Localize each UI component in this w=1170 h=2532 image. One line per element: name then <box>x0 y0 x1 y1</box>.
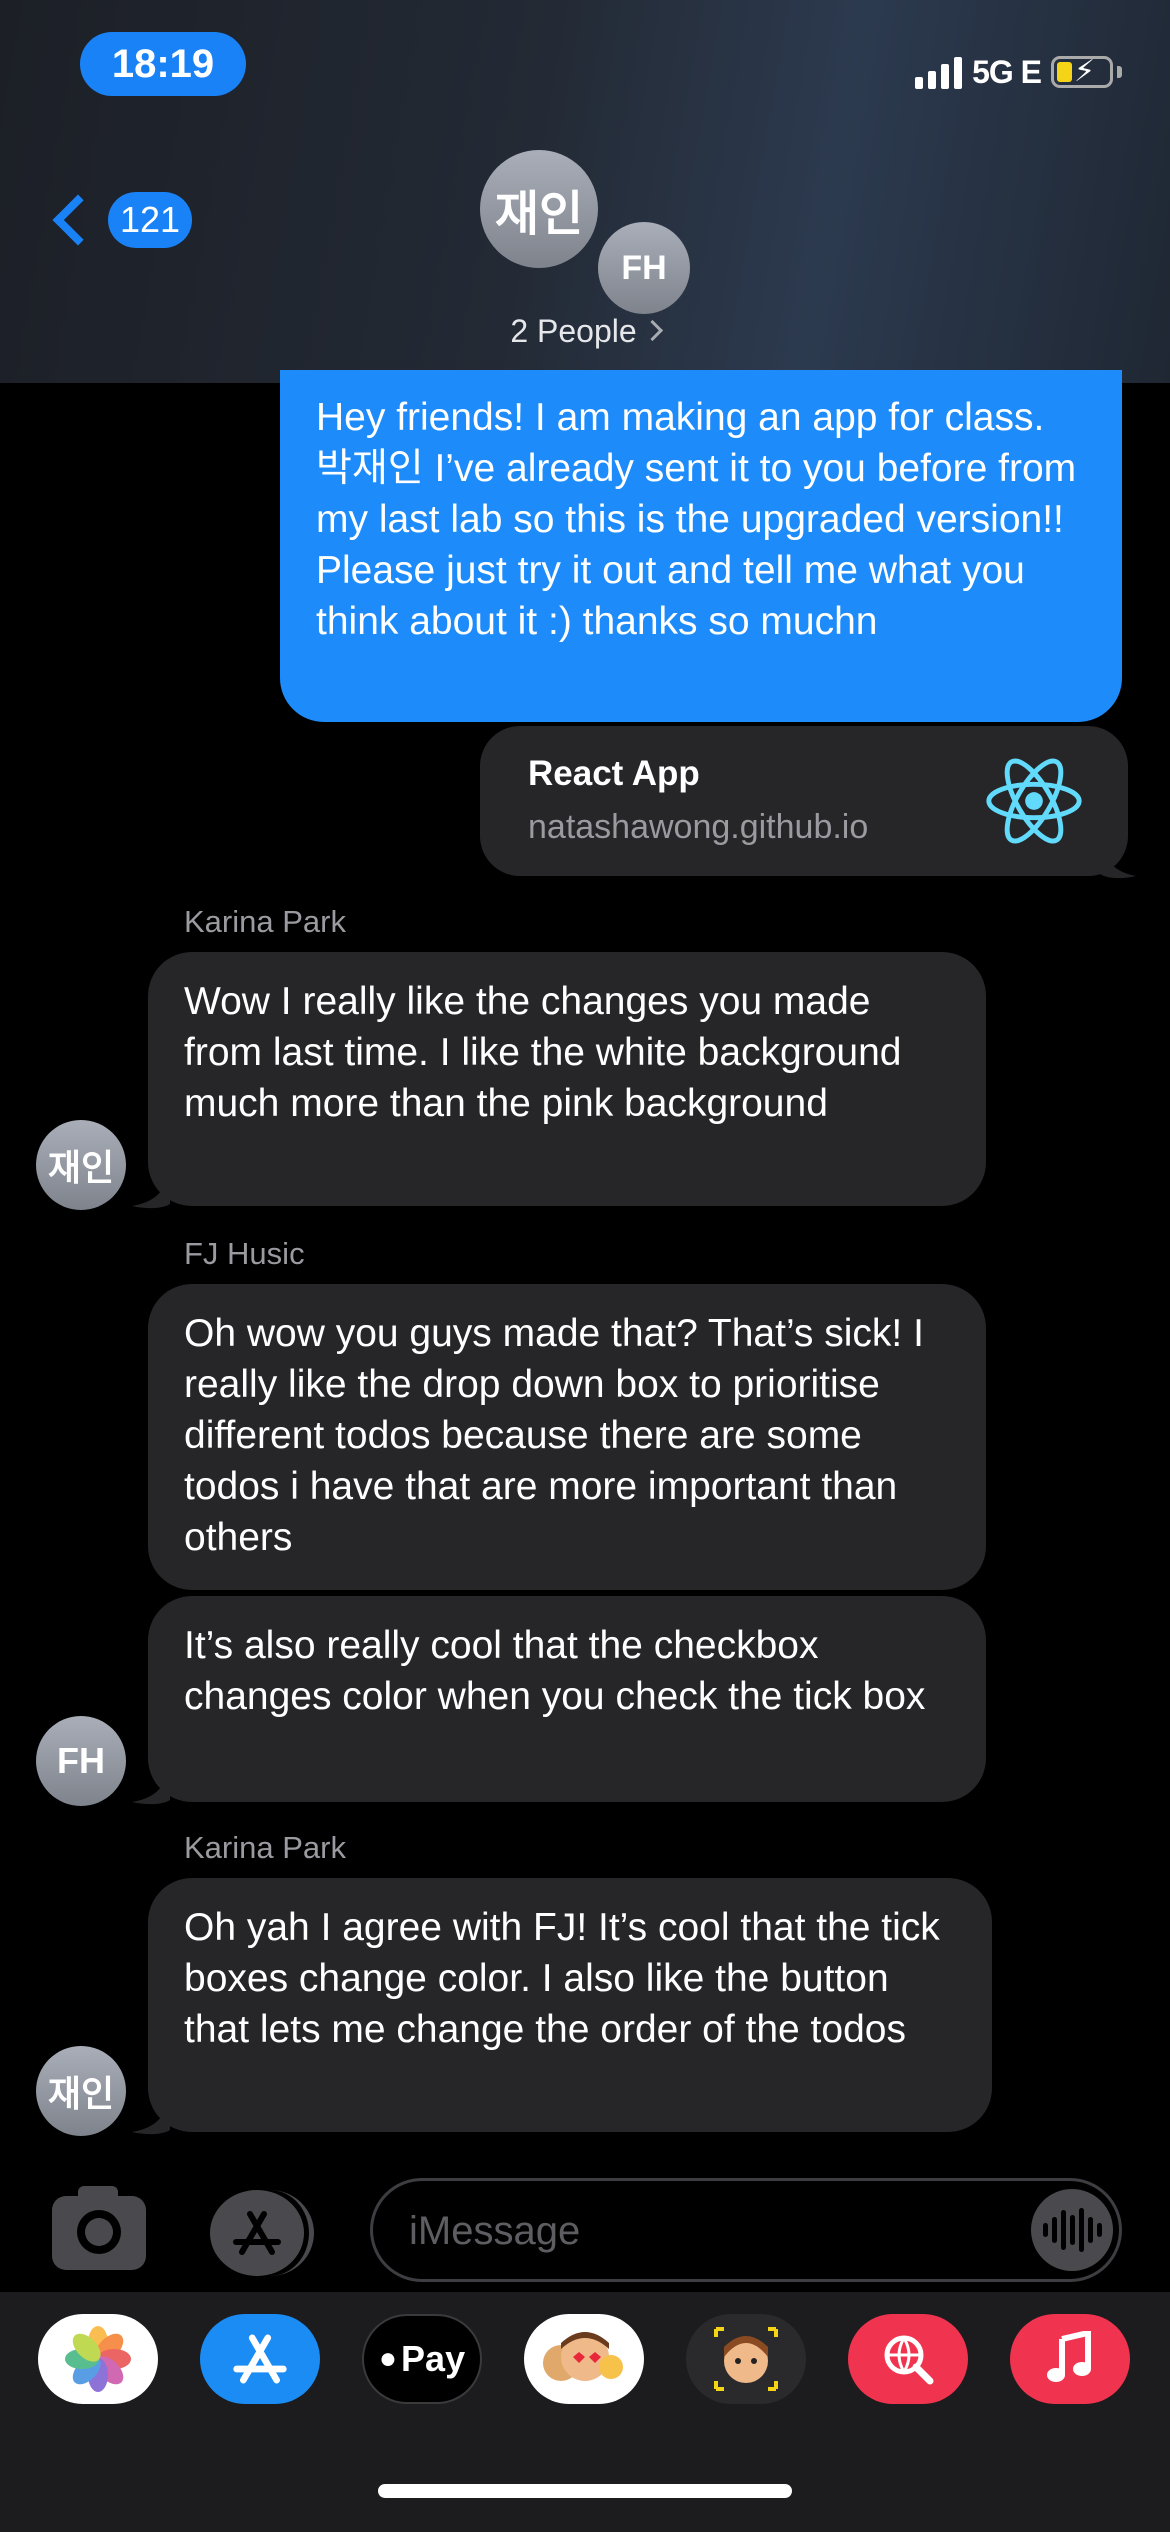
people-button[interactable]: 2 People <box>0 313 1170 350</box>
conversation-header: 18:19 5G E ⚡ 121 재인 FH 2 People <box>0 0 1170 383</box>
app-store-icon <box>233 2211 281 2255</box>
memoji-icon <box>714 2327 778 2391</box>
battery-icon: ⚡ <box>1051 55 1113 88</box>
message-text: Wow I really like the changes you made f… <box>184 980 902 1125</box>
app-store-button[interactable] <box>210 2190 304 2276</box>
sender-name: Karina Park <box>184 904 346 939</box>
people-label: 2 People <box>510 313 637 349</box>
outgoing-message[interactable]: Hey friends! I am making an app for clas… <box>280 370 1122 722</box>
sender-name: Karina Park <box>184 1830 346 1865</box>
unread-count-badge: 121 <box>108 192 193 248</box>
link-preview[interactable]: React App natashawong.github.io <box>480 726 1128 876</box>
message-text: Hey friends! I am making an app for clas… <box>316 396 1077 643</box>
camera-icon <box>77 2210 121 2254</box>
photos-icon <box>65 2326 131 2392</box>
message-field[interactable] <box>370 2178 1122 2282</box>
audio-message-button[interactable] <box>1031 2189 1113 2271</box>
music-icon <box>1047 2331 1091 2382</box>
bubble-tail <box>132 1766 170 1805</box>
apple-pay-icon: ● <box>378 2342 398 2375</box>
avatar[interactable]: FH <box>598 222 690 314</box>
composer-bar <box>0 2170 1170 2290</box>
avatar[interactable]: 재인 <box>36 2046 126 2136</box>
incoming-message[interactable]: Oh wow you guys made that? That’s sick! … <box>148 1284 986 1590</box>
bubble-tail <box>1100 840 1136 879</box>
message-input[interactable] <box>407 2181 1011 2281</box>
memoji-app-button[interactable] <box>686 2314 806 2404</box>
chevron-right-icon <box>641 319 663 342</box>
bubble-tail <box>132 1170 170 1209</box>
memoji-stickers-icon <box>543 2332 623 2381</box>
message-text: It’s also really cool that the checkbox … <box>184 1624 926 1718</box>
message-text: Oh yah I agree with FJ! It’s cool that t… <box>184 1906 940 2051</box>
bubble-tail <box>132 2096 170 2135</box>
web-search-app-button[interactable] <box>848 2314 968 2404</box>
apple-pay-app-button[interactable]: ● Pay <box>362 2314 482 2404</box>
signal-icon <box>915 55 963 89</box>
avatar[interactable]: 재인 <box>480 150 598 268</box>
react-logo-icon <box>986 758 1082 844</box>
chevron-left-icon <box>52 194 104 246</box>
incoming-message[interactable]: Wow I really like the changes you made f… <box>148 952 986 1206</box>
sender-name: FJ Husic <box>184 1236 305 1271</box>
status-time[interactable]: 18:19 <box>80 32 246 96</box>
memoji-stickers-app-button[interactable] <box>524 2314 644 2404</box>
status-indicators: 5G E ⚡ <box>915 52 1122 92</box>
message-text: Oh wow you guys made that? That’s sick! … <box>184 1312 924 1559</box>
web-search-icon <box>884 2335 934 2385</box>
avatar[interactable]: 재인 <box>36 1120 126 1210</box>
avatar[interactable]: FH <box>36 1716 126 1806</box>
camera-button[interactable] <box>52 2186 146 2270</box>
incoming-message[interactable]: It’s also really cool that the checkbox … <box>148 1596 986 1802</box>
network-type: 5G E <box>972 53 1042 90</box>
app-store-app-button[interactable] <box>200 2314 320 2404</box>
back-button[interactable]: 121 <box>46 192 193 248</box>
photos-app-button[interactable] <box>38 2314 158 2404</box>
home-indicator[interactable] <box>378 2484 792 2498</box>
incoming-message[interactable]: Oh yah I agree with FJ! It’s cool that t… <box>148 1878 992 2132</box>
music-app-button[interactable] <box>1010 2314 1130 2404</box>
apple-pay-label: Pay <box>401 2338 466 2379</box>
app-store-icon <box>233 2334 287 2384</box>
